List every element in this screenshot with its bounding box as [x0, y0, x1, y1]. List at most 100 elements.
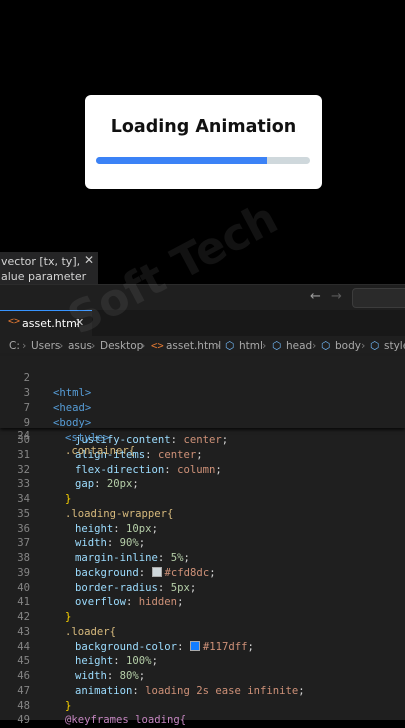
cube-icon: ⬡ [370, 340, 380, 352]
tooltip-line-2: alue parameter [1, 270, 87, 283]
line-number: 33 [17, 478, 30, 491]
chevron-right-icon: › [262, 339, 267, 352]
chevron-right-icon: › [312, 339, 317, 352]
code-line: 32 flex-direction: column; [0, 463, 405, 478]
line-number: 42 [17, 611, 30, 623]
breadcrumb: C: › Users › asus › Desktop › <> asset.h… [0, 336, 405, 356]
line-number: 34 [17, 493, 30, 505]
code-line: 30 justify-content: center; [0, 433, 405, 448]
color-swatch-icon[interactable] [151, 566, 162, 577]
code-text: width: 80%; [75, 670, 146, 682]
command-search-box[interactable] [352, 288, 405, 308]
breadcrumb-item-style[interactable]: style [384, 340, 405, 352]
code-text: .loader{ [65, 625, 117, 638]
code-line: 43 .loader{ [0, 625, 405, 640]
code-line: 41 overflow: hidden; [0, 595, 405, 610]
code-text: @keyframes loading{ [65, 714, 187, 727]
code-line: 39 background: #cfd8dc; [0, 566, 405, 581]
code-line: 38 margin-inline: 5%; [0, 551, 405, 566]
breadcrumb-item-users[interactable]: Users [31, 340, 60, 352]
code-line: 31 align-items: center; [0, 448, 405, 463]
code-editor[interactable]: 2 <html> 3 <head> 7 <body> 9 <style> 24 … [0, 356, 405, 726]
line-number: 41 [17, 596, 30, 609]
code-line: 47 animation: loading 2s ease infinite; [0, 684, 405, 699]
line-number: 43 [17, 625, 30, 638]
code-line: 2 <html> [0, 356, 405, 399]
breadcrumb-item-body[interactable]: body [335, 340, 361, 352]
code-text: height: 100%; [75, 655, 158, 668]
line-number: 39 [17, 566, 30, 579]
tooltip-close-icon[interactable]: ✕ [84, 253, 94, 268]
code-text: .loading-wrapper{ [65, 507, 174, 520]
forward-arrow-icon[interactable]: → [331, 289, 342, 304]
loading-bar-fill [96, 157, 268, 164]
line-number: 44 [17, 640, 30, 653]
line-number: 24 [17, 430, 30, 442]
color-swatch-icon[interactable] [189, 640, 200, 651]
code-line: 37 width: 90%; [0, 536, 405, 551]
chevron-right-icon: › [361, 339, 366, 352]
cube-icon: ⬡ [321, 340, 331, 352]
breadcrumb-item-head[interactable]: head [286, 340, 312, 352]
code-text: .container{ [65, 445, 136, 457]
html-file-icon: <> [8, 316, 21, 327]
breadcrumb-item-html[interactable]: html [239, 340, 263, 352]
line-number: 40 [17, 581, 30, 594]
code-text: animation: loading 2s ease infinite; [75, 684, 305, 697]
editor-titlebar: ← → [0, 284, 405, 311]
line-number: 47 [17, 684, 30, 697]
chevron-right-icon: › [22, 339, 27, 352]
loading-bar-track [96, 157, 310, 164]
code-text: gap: 20px; [75, 478, 139, 491]
cube-icon: ⬡ [272, 340, 282, 352]
code-line: 7 <body> [0, 386, 405, 429]
sticky-scroll-header: 2 <html> 3 <head> 7 <body> 9 <style> 24 … [0, 356, 405, 457]
code-line: 45 height: 100%; [0, 654, 405, 669]
code-text: width: 90%; [75, 537, 146, 550]
code-text: } [65, 493, 72, 505]
line-number: 49 [17, 714, 30, 727]
cube-icon: ⬡ [225, 340, 235, 352]
chevron-right-icon: › [91, 339, 96, 352]
html-file-icon: <> [151, 340, 164, 352]
code-text: margin-inline: 5%; [75, 552, 190, 564]
line-number: 48 [17, 699, 30, 712]
chevron-right-icon: › [216, 339, 221, 352]
code-text: } [65, 699, 72, 712]
code-line: 49 @keyframes loading{ [0, 713, 405, 728]
line-number: 35 [17, 507, 30, 520]
chevron-right-icon: › [141, 339, 146, 352]
loading-title: Loading Animation [110, 117, 297, 137]
loading-card: Loading Animation [85, 95, 322, 189]
line-number: 45 [17, 655, 30, 668]
line-number: 46 [17, 670, 30, 682]
line-number: 36 [17, 522, 30, 535]
code-text: border-radius: 5px; [75, 581, 197, 594]
line-number: 38 [17, 552, 30, 564]
code-line: 34} [0, 492, 405, 507]
code-text: flex-direction: column; [75, 463, 222, 476]
code-text: overflow: hidden; [75, 596, 184, 609]
back-arrow-icon[interactable]: ← [310, 289, 321, 304]
code-line: 42} [0, 610, 405, 625]
code-line: 46 width: 80%; [0, 669, 405, 684]
breadcrumb-item-file[interactable]: asset.html [166, 340, 221, 352]
browser-preview: Loading Animation [0, 0, 405, 252]
code-line: 40 border-radius: 5px; [0, 581, 405, 596]
code-text: background-color: #117dff; [75, 640, 254, 653]
code-line: 48} [0, 699, 405, 714]
code-line: 24 .container{ [0, 414, 405, 457]
hover-tooltip: vector [tx, ty], alue parameter ✕ [0, 252, 98, 286]
breadcrumb-item-desktop[interactable]: Desktop [100, 340, 143, 352]
code-line: 44 background-color: #117dff; [0, 640, 405, 655]
code-line: 35 .loading-wrapper{ [0, 507, 405, 522]
code-line: 36 height: 10px; [0, 522, 405, 537]
code-line: 33 gap: 20px; [0, 477, 405, 492]
line-number: 37 [17, 537, 30, 550]
code-text: height: 10px; [75, 522, 158, 535]
code-text: } [65, 611, 72, 623]
chevron-right-icon: › [59, 339, 64, 352]
breadcrumb-item-drive[interactable]: C: [9, 340, 20, 352]
code-text: background: #cfd8dc; [75, 566, 216, 579]
tab-bar: <> asset.html ✕ [0, 310, 405, 337]
